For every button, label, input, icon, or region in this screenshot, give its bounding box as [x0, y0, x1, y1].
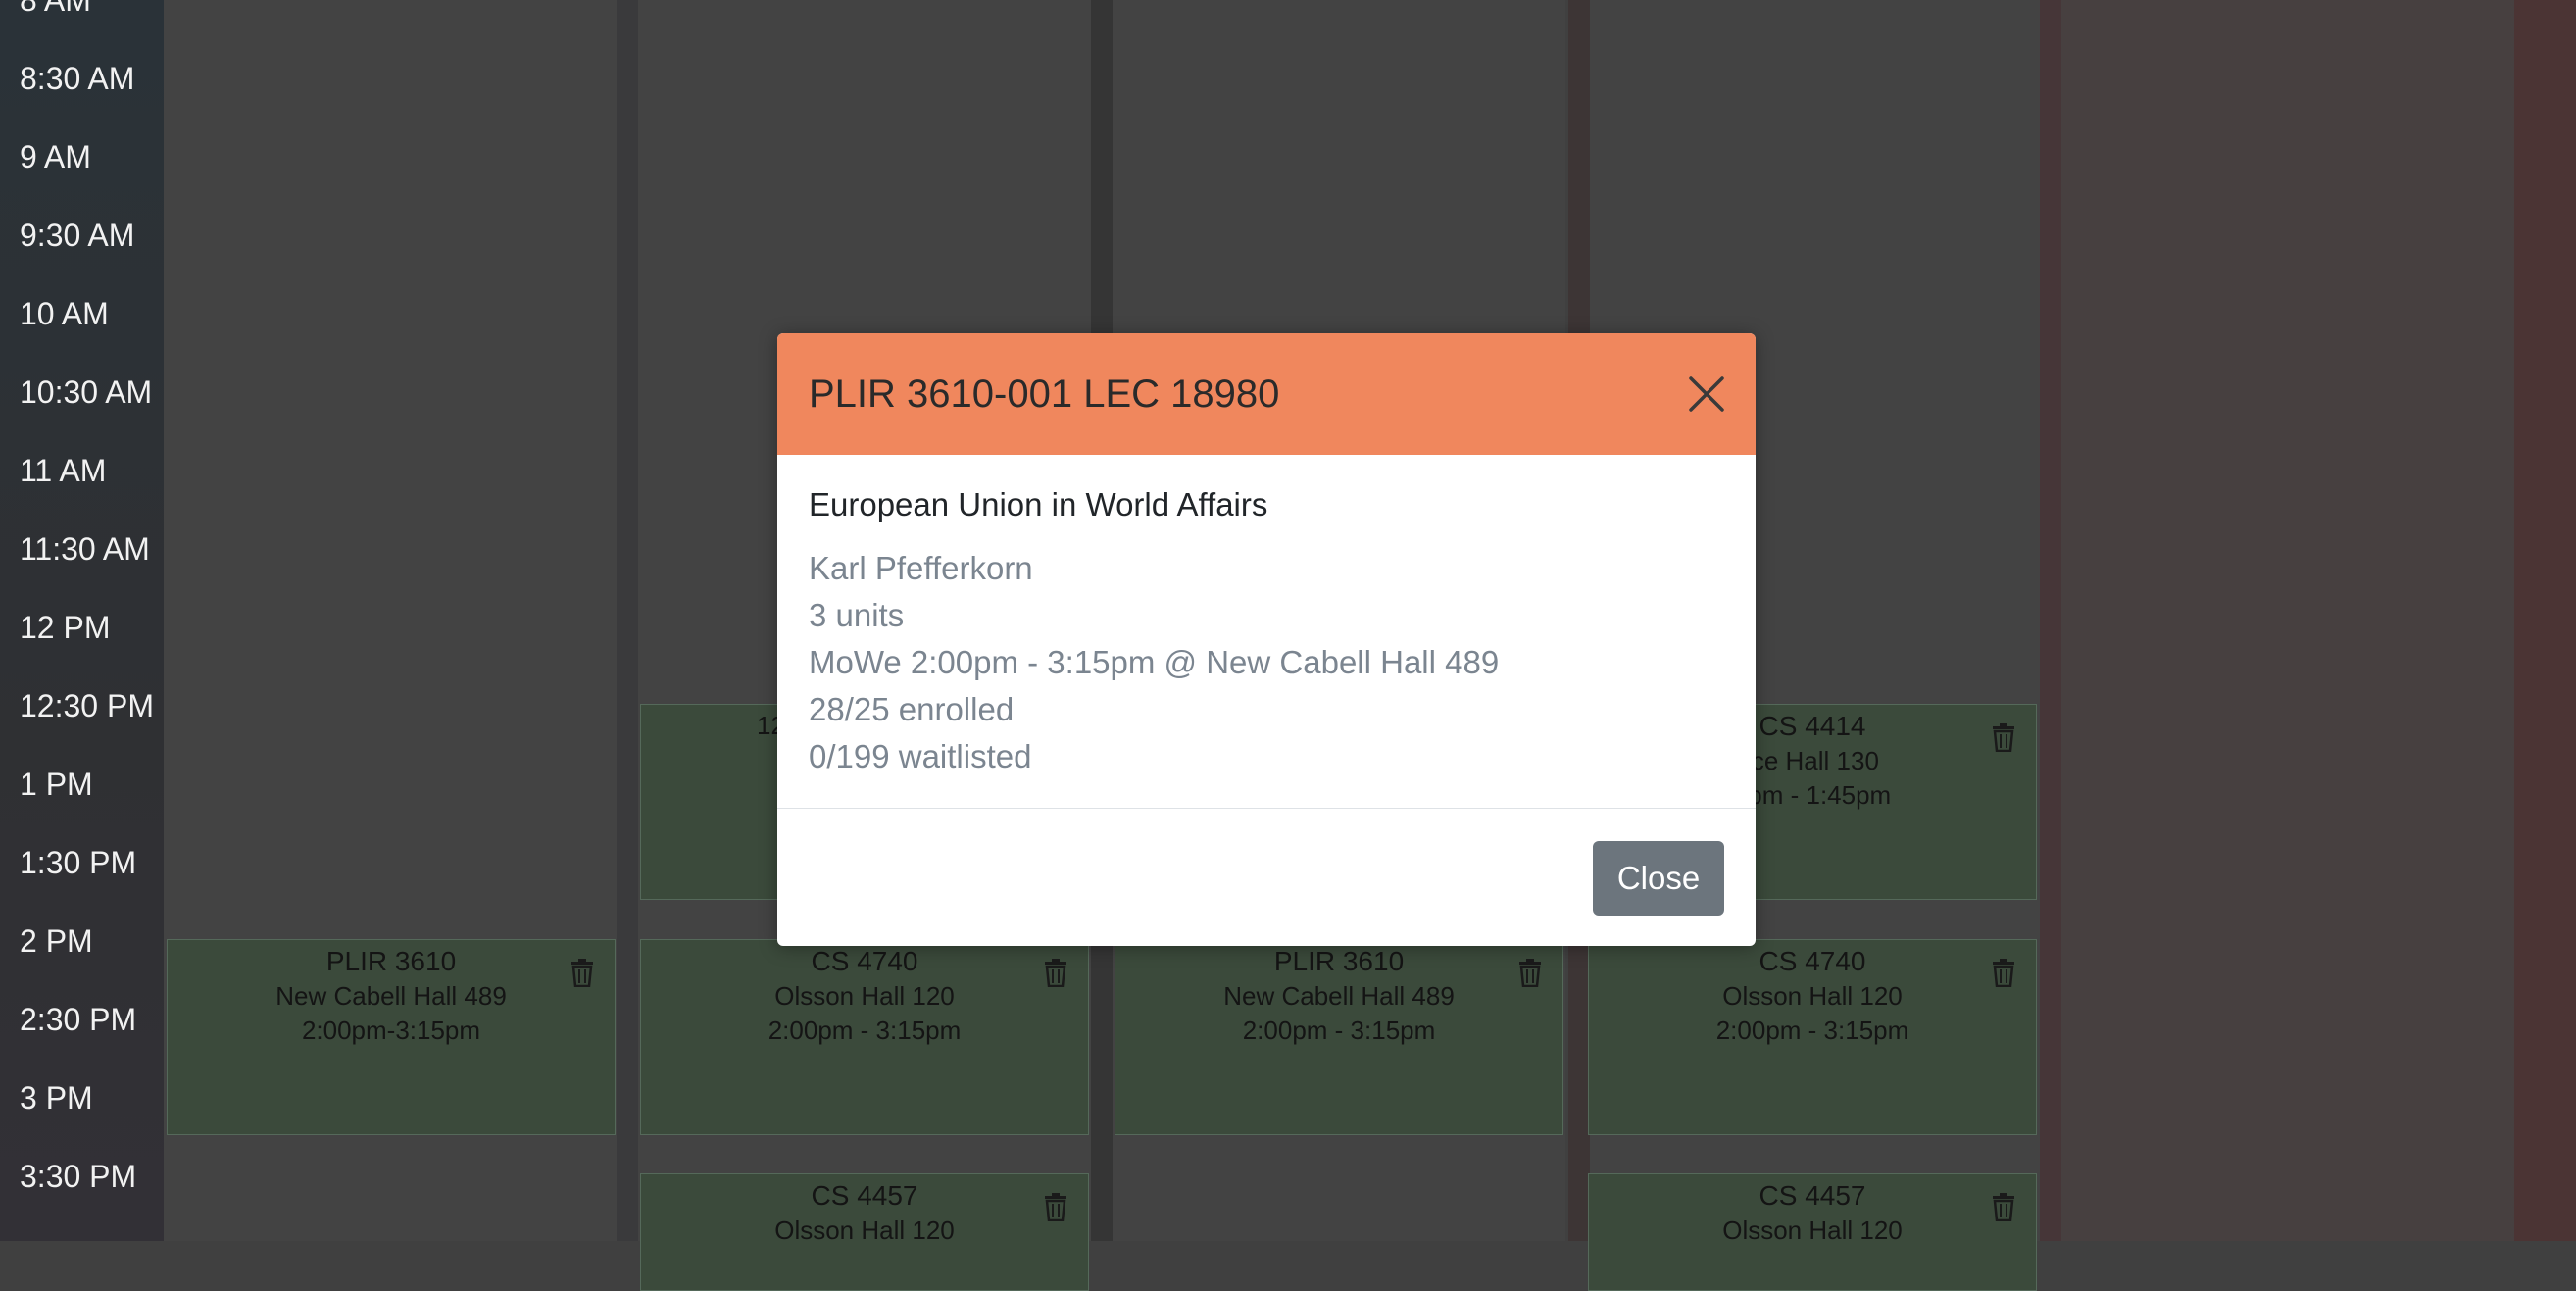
instructor: Karl Pfefferkorn — [809, 550, 1033, 586]
modal-header: PLIR 3610-001 LEC 18980 — [777, 333, 1756, 455]
waitlist: 0/199 waitlisted — [809, 738, 1032, 774]
course-name: European Union in World Affairs — [809, 486, 1268, 522]
units: 3 units — [809, 597, 905, 633]
modal-title: PLIR 3610-001 LEC 18980 — [809, 372, 1280, 416]
course-detail-modal: PLIR 3610-001 LEC 18980 European Union i… — [777, 333, 1756, 946]
meeting-time: MoWe 2:00pm - 3:15pm @ New Cabell Hall 4… — [809, 644, 1500, 680]
close-icon[interactable] — [1687, 374, 1726, 414]
modal-footer: Close — [777, 809, 1756, 946]
enrollment: 28/25 enrolled — [809, 691, 1015, 727]
modal-body: European Union in World Affairs Karl Pfe… — [777, 455, 1756, 809]
close-button[interactable]: Close — [1593, 841, 1724, 916]
